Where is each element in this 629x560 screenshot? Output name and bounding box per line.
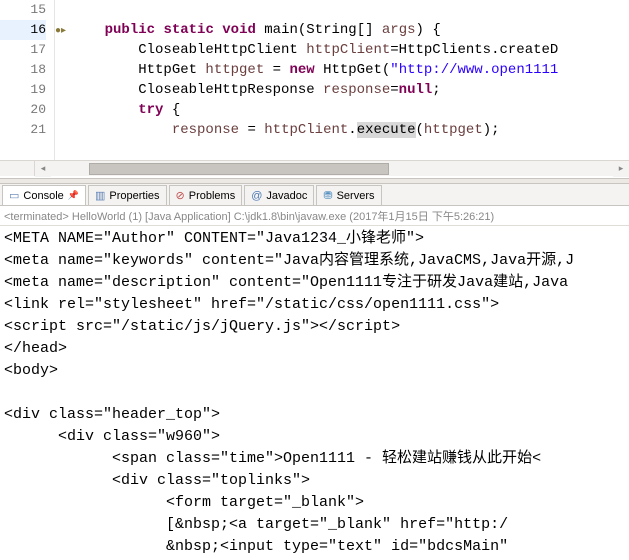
console-line: <link rel="stylesheet" href="/static/css…: [4, 294, 625, 316]
line-number: 19: [0, 80, 46, 100]
line-number: 20: [0, 100, 46, 120]
line-number-gutter: ●▸ 15161718192021: [0, 0, 55, 160]
line-number: 16: [0, 20, 46, 40]
termination-path: C:\jdk1.8\bin\javaw.exe: [234, 211, 347, 223]
console-line: <div class="header_top">: [4, 404, 625, 426]
termination-time: (2017年1月15日 下午5:26:21): [349, 211, 494, 223]
console-line: <span class="time">Open1111 - 轻松建站赚钱从此开始…: [4, 448, 625, 470]
line-number: 18: [0, 60, 46, 80]
tab-label: Javadoc: [266, 190, 307, 202]
pin-icon[interactable]: 📌: [68, 190, 79, 201]
scroll-right-button[interactable]: ▸: [613, 161, 629, 177]
termination-app-name: HelloWorld (1) [Java Application]: [72, 211, 231, 223]
scrollbar-thumb[interactable]: [89, 163, 389, 175]
line-number: 21: [0, 120, 46, 140]
console-line: &nbsp;<input type="text" id="bdcsMain": [4, 536, 625, 558]
console-line: <div class="toplinks">: [4, 470, 625, 492]
line-number: 15: [0, 0, 46, 20]
console-line: [&nbsp;<a target="_blank" href="http:/: [4, 514, 625, 536]
console-line: <form target="_blank">: [4, 492, 625, 514]
method-marker-icon: ●▸: [55, 26, 66, 37]
console-line: <script src="/static/js/jQuery.js"></scr…: [4, 316, 625, 338]
tab-label: Problems: [189, 190, 235, 202]
properties-icon: ▥: [95, 189, 105, 202]
code-line[interactable]: public static void main(String[] args) {: [71, 20, 629, 40]
console-line: <META NAME="Author" CONTENT="Java1234_小锋…: [4, 228, 625, 250]
code-area[interactable]: public static void main(String[] args) {…: [55, 0, 629, 160]
tab-label: Properties: [109, 190, 159, 202]
code-line[interactable]: CloseableHttpResponse response=null;: [71, 80, 629, 100]
console-line: <meta name="description" content="Open11…: [4, 272, 625, 294]
console-line: [4, 382, 625, 404]
code-editor-pane: ●▸ 15161718192021 public static void mai…: [0, 0, 629, 178]
tab-servers[interactable]: ⛃ Servers: [316, 185, 381, 205]
problems-icon: ⊘: [176, 189, 185, 202]
line-number: 17: [0, 40, 46, 60]
tab-label: Servers: [337, 190, 375, 202]
console-icon: ▭: [9, 189, 19, 202]
code-line[interactable]: CloseableHttpClient httpClient=HttpClien…: [71, 40, 629, 60]
console-line: <meta name="keywords" content="Java内容管理系…: [4, 250, 625, 272]
console-output[interactable]: <META NAME="Author" CONTENT="Java1234_小锋…: [0, 226, 629, 560]
code-line[interactable]: [71, 0, 629, 20]
tab-problems[interactable]: ⊘ Problems: [169, 185, 243, 205]
scroll-left-button[interactable]: ◂: [35, 161, 51, 177]
console-line: <body>: [4, 360, 625, 382]
scrollbar-left-box: [0, 161, 35, 176]
javadoc-icon: @: [251, 190, 262, 202]
bottom-view-tabs: ▭ Console 📌 ▥ Properties ⊘ Problems @ Javadoc ⛃ Se…: [0, 184, 629, 206]
console-line: <div class="w960">: [4, 426, 625, 448]
tab-label: Console: [23, 190, 63, 202]
console-line: </head>: [4, 338, 625, 360]
code-line[interactable]: try {: [71, 100, 629, 120]
tab-properties[interactable]: ▥ Properties: [88, 185, 167, 205]
code-line[interactable]: HttpGet httpget = new HttpGet("http://ww…: [71, 60, 629, 80]
console-process-status: <terminated> HelloWorld (1) [Java Applic…: [0, 206, 629, 226]
scrollbar-track[interactable]: [51, 161, 613, 177]
editor-horizontal-scrollbar[interactable]: ◂ ▸: [0, 160, 629, 176]
tab-console[interactable]: ▭ Console 📌: [2, 185, 86, 205]
servers-icon: ⛃: [323, 189, 332, 202]
code-line[interactable]: response = httpClient.execute(httpget);: [71, 120, 629, 140]
termination-status: <terminated>: [4, 211, 69, 223]
tab-javadoc[interactable]: @ Javadoc: [244, 185, 314, 205]
